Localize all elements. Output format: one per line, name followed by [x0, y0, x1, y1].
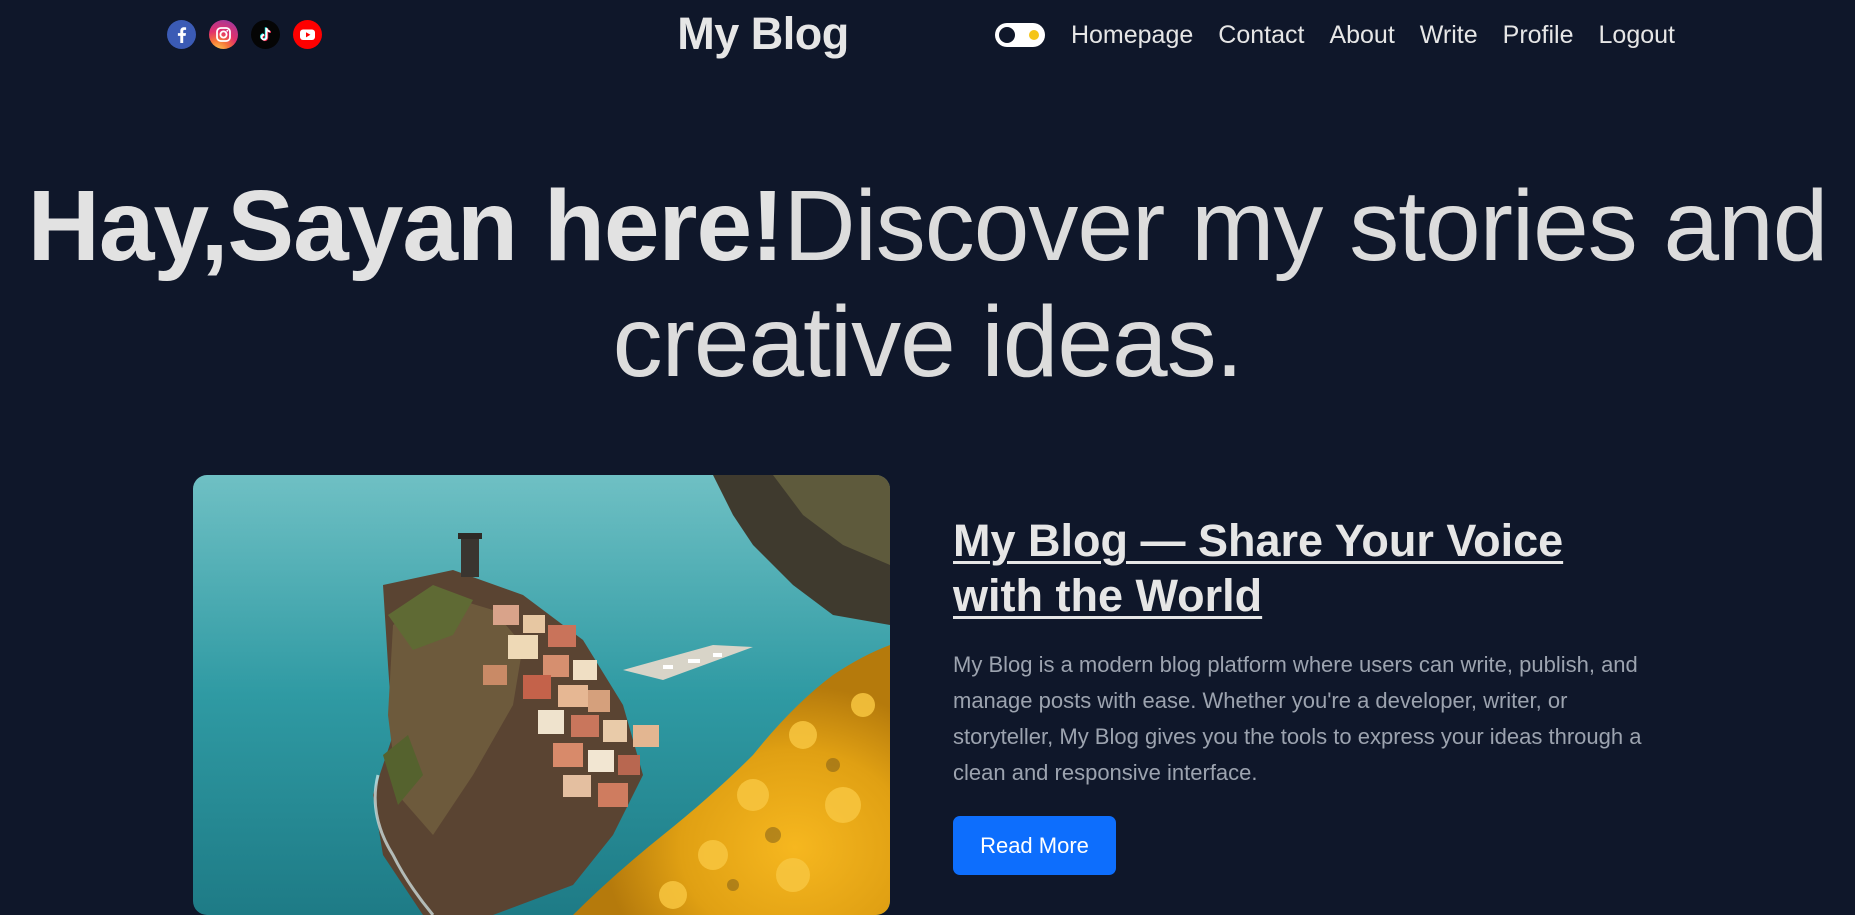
featured-post-title[interactable]: My Blog — Share Your Voice with the Worl…	[953, 513, 1653, 623]
nav-right: Homepage Contact About Write Profile Log…	[994, 19, 1675, 51]
nav-link-homepage[interactable]: Homepage	[1071, 19, 1193, 51]
hero-heading: Hay,Sayan here!Discover my stories and c…	[0, 168, 1855, 400]
sun-icon	[1028, 30, 1039, 40]
featured-post-image	[193, 475, 890, 915]
navbar: My Blog Homepage Contact About Write Pro…	[0, 0, 1855, 70]
nav-link-logout[interactable]: Logout	[1599, 19, 1675, 51]
hero-tagline: Discover my stories and creative ideas.	[612, 170, 1829, 398]
nav-link-write[interactable]: Write	[1420, 19, 1478, 51]
featured-post-excerpt: My Blog is a modern blog platform where …	[953, 652, 1642, 785]
nav-link-contact[interactable]: Contact	[1218, 19, 1304, 51]
nav-links: Homepage Contact About Write Profile Log…	[1071, 19, 1675, 51]
nav-link-about[interactable]: About	[1329, 19, 1394, 51]
nav-link-profile[interactable]: Profile	[1503, 19, 1574, 51]
read-more-button[interactable]: Read More	[953, 816, 1116, 875]
toggle-knob	[998, 27, 1015, 43]
theme-toggle[interactable]	[994, 23, 1045, 47]
hero-greeting: Hay,Sayan here!	[27, 170, 785, 282]
